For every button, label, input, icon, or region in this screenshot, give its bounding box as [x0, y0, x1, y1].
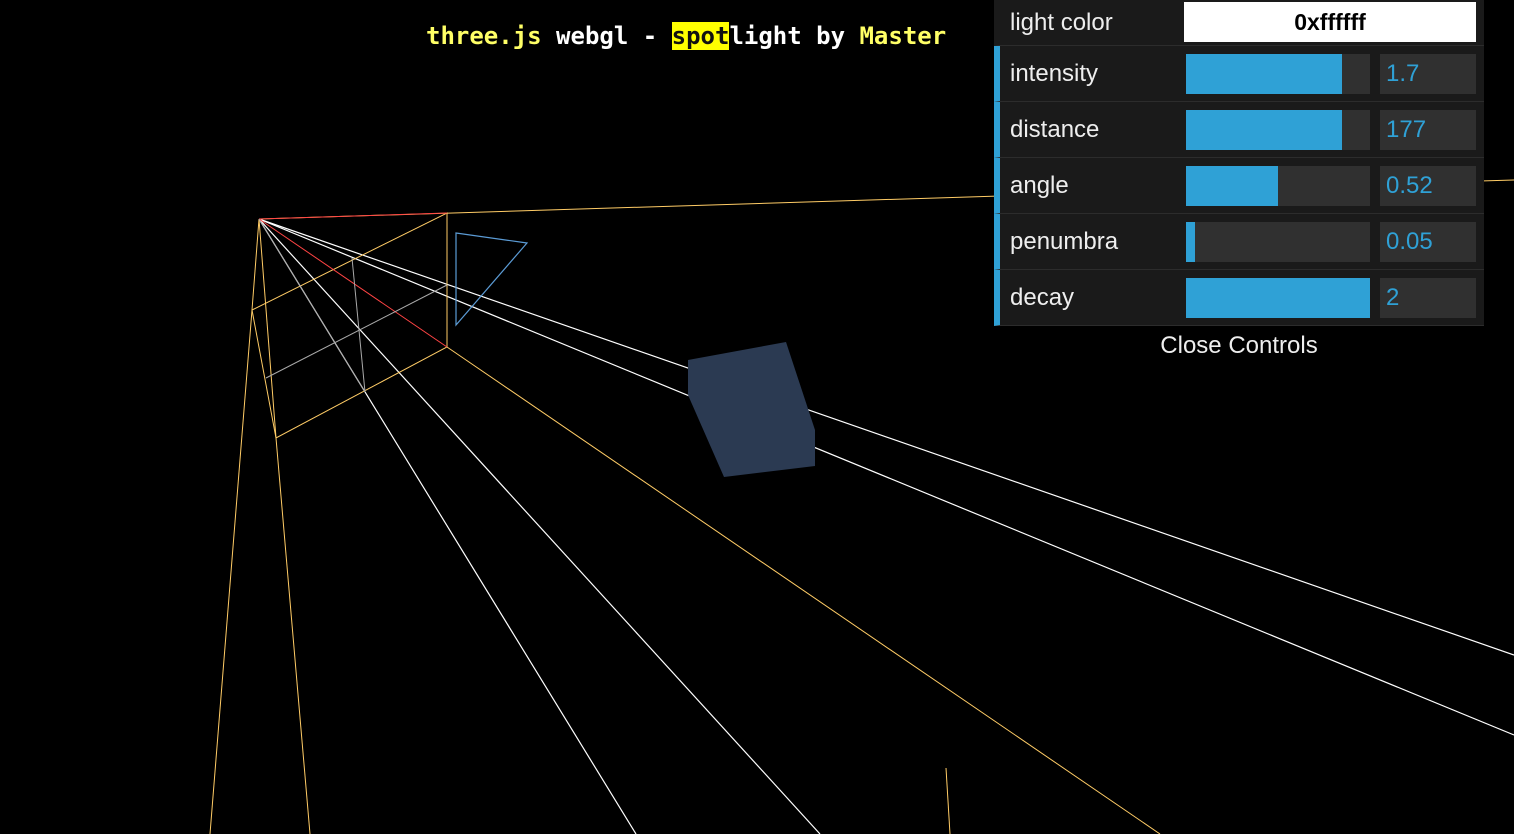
info-text: webgl - [541, 22, 672, 50]
red-axis-line [258, 212, 448, 220]
slider-row-decay: decay 2 [994, 270, 1484, 326]
distance-slider[interactable] [1186, 110, 1370, 150]
webgl-viewport[interactable]: three.js webgl - spotlight by Master lig… [0, 0, 1514, 834]
frustum-line [209, 309, 253, 834]
distance-input[interactable]: 177 [1380, 110, 1476, 150]
decay-slider[interactable] [1186, 278, 1370, 318]
intensity-label: intensity [1010, 60, 1099, 87]
threejs-link[interactable]: three.js [426, 22, 542, 50]
light-color-row: light color 0xffffff [994, 0, 1484, 46]
slider-row-penumbra: penumbra 0.05 [994, 214, 1484, 270]
decay-label: decay [1010, 284, 1075, 311]
close-controls-button[interactable]: Close Controls [994, 326, 1484, 366]
intensity-slider[interactable] [1186, 54, 1370, 94]
penumbra-input[interactable]: 0.05 [1380, 222, 1476, 262]
slider-fill [1186, 54, 1343, 94]
frustum-line [945, 767, 951, 834]
slider-row-angle: angle 0.52 [994, 158, 1484, 214]
inner-line [265, 284, 448, 379]
controls-panel: light color 0xffffff intensity 1.7 dista… [994, 0, 1484, 366]
frustum-line [1479, 179, 1514, 182]
inner-line [258, 218, 366, 393]
red-axis-line [258, 218, 448, 348]
decay-input[interactable]: 2 [1380, 278, 1476, 318]
intensity-input[interactable]: 1.7 [1380, 54, 1476, 94]
slider-fill [1186, 110, 1343, 150]
slider-fill [1186, 278, 1370, 318]
angle-label: angle [1010, 172, 1069, 199]
cube-mesh[interactable] [688, 342, 815, 477]
search-highlight: spot [671, 22, 730, 50]
inner-line [351, 257, 366, 393]
light-color-label: light color [1010, 9, 1113, 36]
frustum-box [251, 212, 448, 439]
info-text-rest: light by [729, 22, 860, 50]
light-color-picker[interactable]: 0xffffff [1184, 2, 1476, 42]
slider-row-intensity: intensity 1.7 [994, 46, 1484, 102]
frustum-line [251, 218, 260, 311]
penumbra-slider[interactable] [1186, 222, 1370, 262]
slider-fill [1186, 166, 1278, 206]
camera-up-triangle [455, 232, 529, 327]
distance-label: distance [1010, 116, 1100, 143]
author-link[interactable]: Master [859, 22, 946, 50]
frustum-line [258, 218, 277, 439]
penumbra-label: penumbra [1010, 228, 1119, 255]
angle-input[interactable]: 0.52 [1380, 166, 1476, 206]
info-header: three.js webgl - spotlight by Master [426, 20, 946, 52]
cone-line [258, 218, 821, 834]
slider-row-distance: distance 177 [994, 102, 1484, 158]
angle-slider[interactable] [1186, 166, 1370, 206]
frustum-line [275, 437, 311, 834]
slider-fill [1186, 222, 1196, 262]
